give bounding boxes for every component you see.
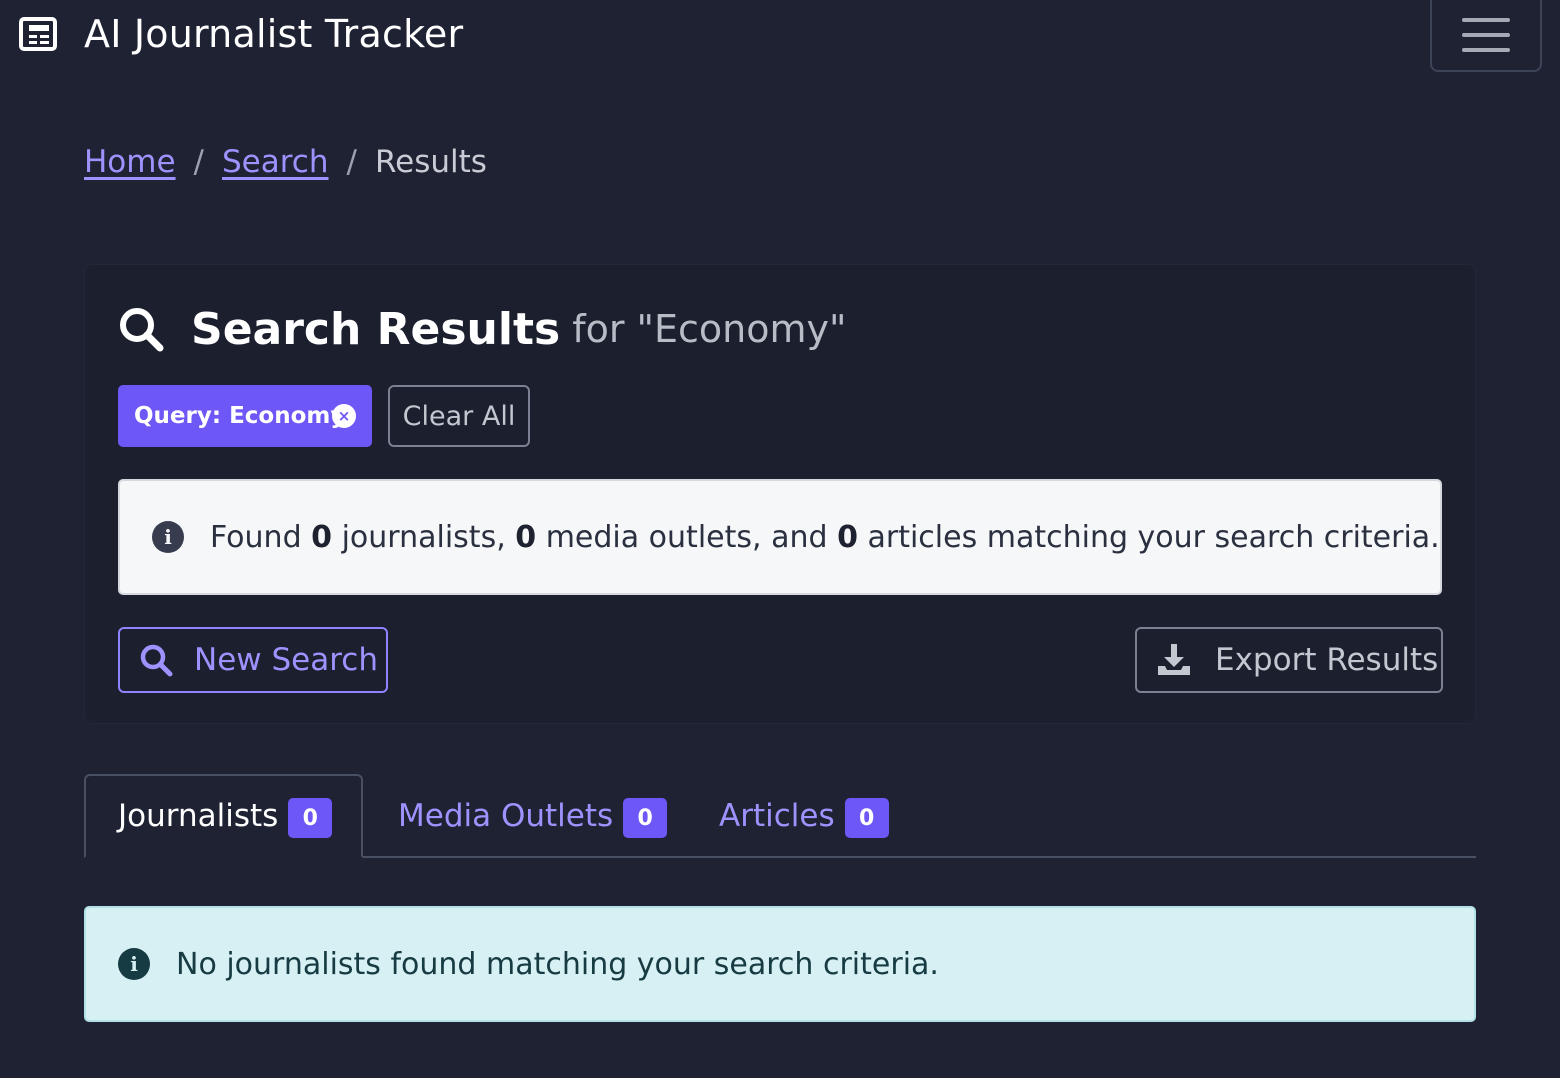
results-tabs: Journalists 0 Media Outlets 0 Articles 0	[84, 774, 1476, 858]
download-icon	[1158, 644, 1190, 675]
hamburger-menu-icon-bar	[1462, 48, 1510, 52]
count-badge: 0	[844, 798, 889, 838]
page-title: Search Results for "Economy"	[117, 301, 846, 357]
brand[interactable]: AI Journalist Tracker	[18, 8, 463, 60]
hamburger-menu-icon-bar	[1462, 33, 1510, 37]
breadcrumb-separator: /	[346, 144, 357, 180]
results-summary-text: Found 0 journalists, 0 media outlets, an…	[210, 520, 1440, 555]
articles-count: 0	[837, 519, 858, 555]
summary-articles-text: articles matching your search criteria.	[867, 519, 1440, 555]
search-results-card: Search Results for "Economy" Query: Econ…	[84, 264, 1476, 724]
export-results-button[interactable]: Export Results	[1135, 627, 1443, 693]
results-title: Search Results	[191, 303, 561, 355]
breadcrumb-home-link[interactable]: Home	[84, 144, 176, 180]
hamburger-menu-icon	[1462, 18, 1510, 22]
query-filter-chip: Query: Economy ×	[118, 385, 372, 447]
navbar: AI Journalist Tracker	[0, 0, 1560, 72]
new-search-label: New Search	[194, 642, 378, 678]
summary-outlets-text: media outlets, and	[545, 519, 828, 555]
results-summary-alert: i Found 0 journalists, 0 media outlets, …	[118, 479, 1442, 595]
breadcrumb-current: Results	[374, 144, 487, 180]
summary-prefix: Found	[210, 519, 302, 555]
tab-journalists[interactable]: Journalists 0	[84, 774, 363, 858]
new-search-button[interactable]: New Search	[118, 627, 388, 693]
breadcrumb-separator: /	[193, 144, 204, 180]
tab-label: Journalists	[118, 798, 279, 834]
outlets-count: 0	[515, 519, 537, 555]
newspaper-icon	[19, 17, 57, 51]
query-filter-label: Query: Economy	[134, 403, 346, 429]
count-badge: 0	[623, 798, 668, 838]
search-icon	[140, 644, 173, 677]
info-icon: i	[118, 948, 150, 980]
breadcrumb-search-link[interactable]: Search	[222, 144, 329, 180]
clear-all-button[interactable]: Clear All	[388, 385, 530, 447]
tab-media-outlets[interactable]: Media Outlets 0	[398, 774, 668, 858]
tab-articles[interactable]: Articles 0	[719, 774, 889, 858]
empty-state-message: No journalists found matching your searc…	[176, 946, 939, 982]
summary-journalists-text: journalists,	[341, 519, 506, 555]
search-icon	[120, 308, 164, 352]
count-badge: 0	[288, 798, 333, 838]
tab-label: Media Outlets	[398, 798, 614, 834]
app-title: AI Journalist Tracker	[84, 12, 464, 56]
export-results-label: Export Results	[1215, 642, 1439, 678]
breadcrumb: Home / Search / Results	[84, 140, 487, 184]
journalists-count: 0	[311, 519, 333, 555]
info-icon: i	[152, 521, 184, 553]
empty-state-alert: i No journalists found matching your sea…	[84, 906, 1476, 1022]
navbar-toggler-button[interactable]	[1430, 0, 1542, 72]
tab-label: Articles	[719, 798, 835, 834]
close-circle-icon[interactable]: ×	[332, 404, 356, 428]
results-query-subtitle: for "Economy"	[572, 307, 847, 351]
